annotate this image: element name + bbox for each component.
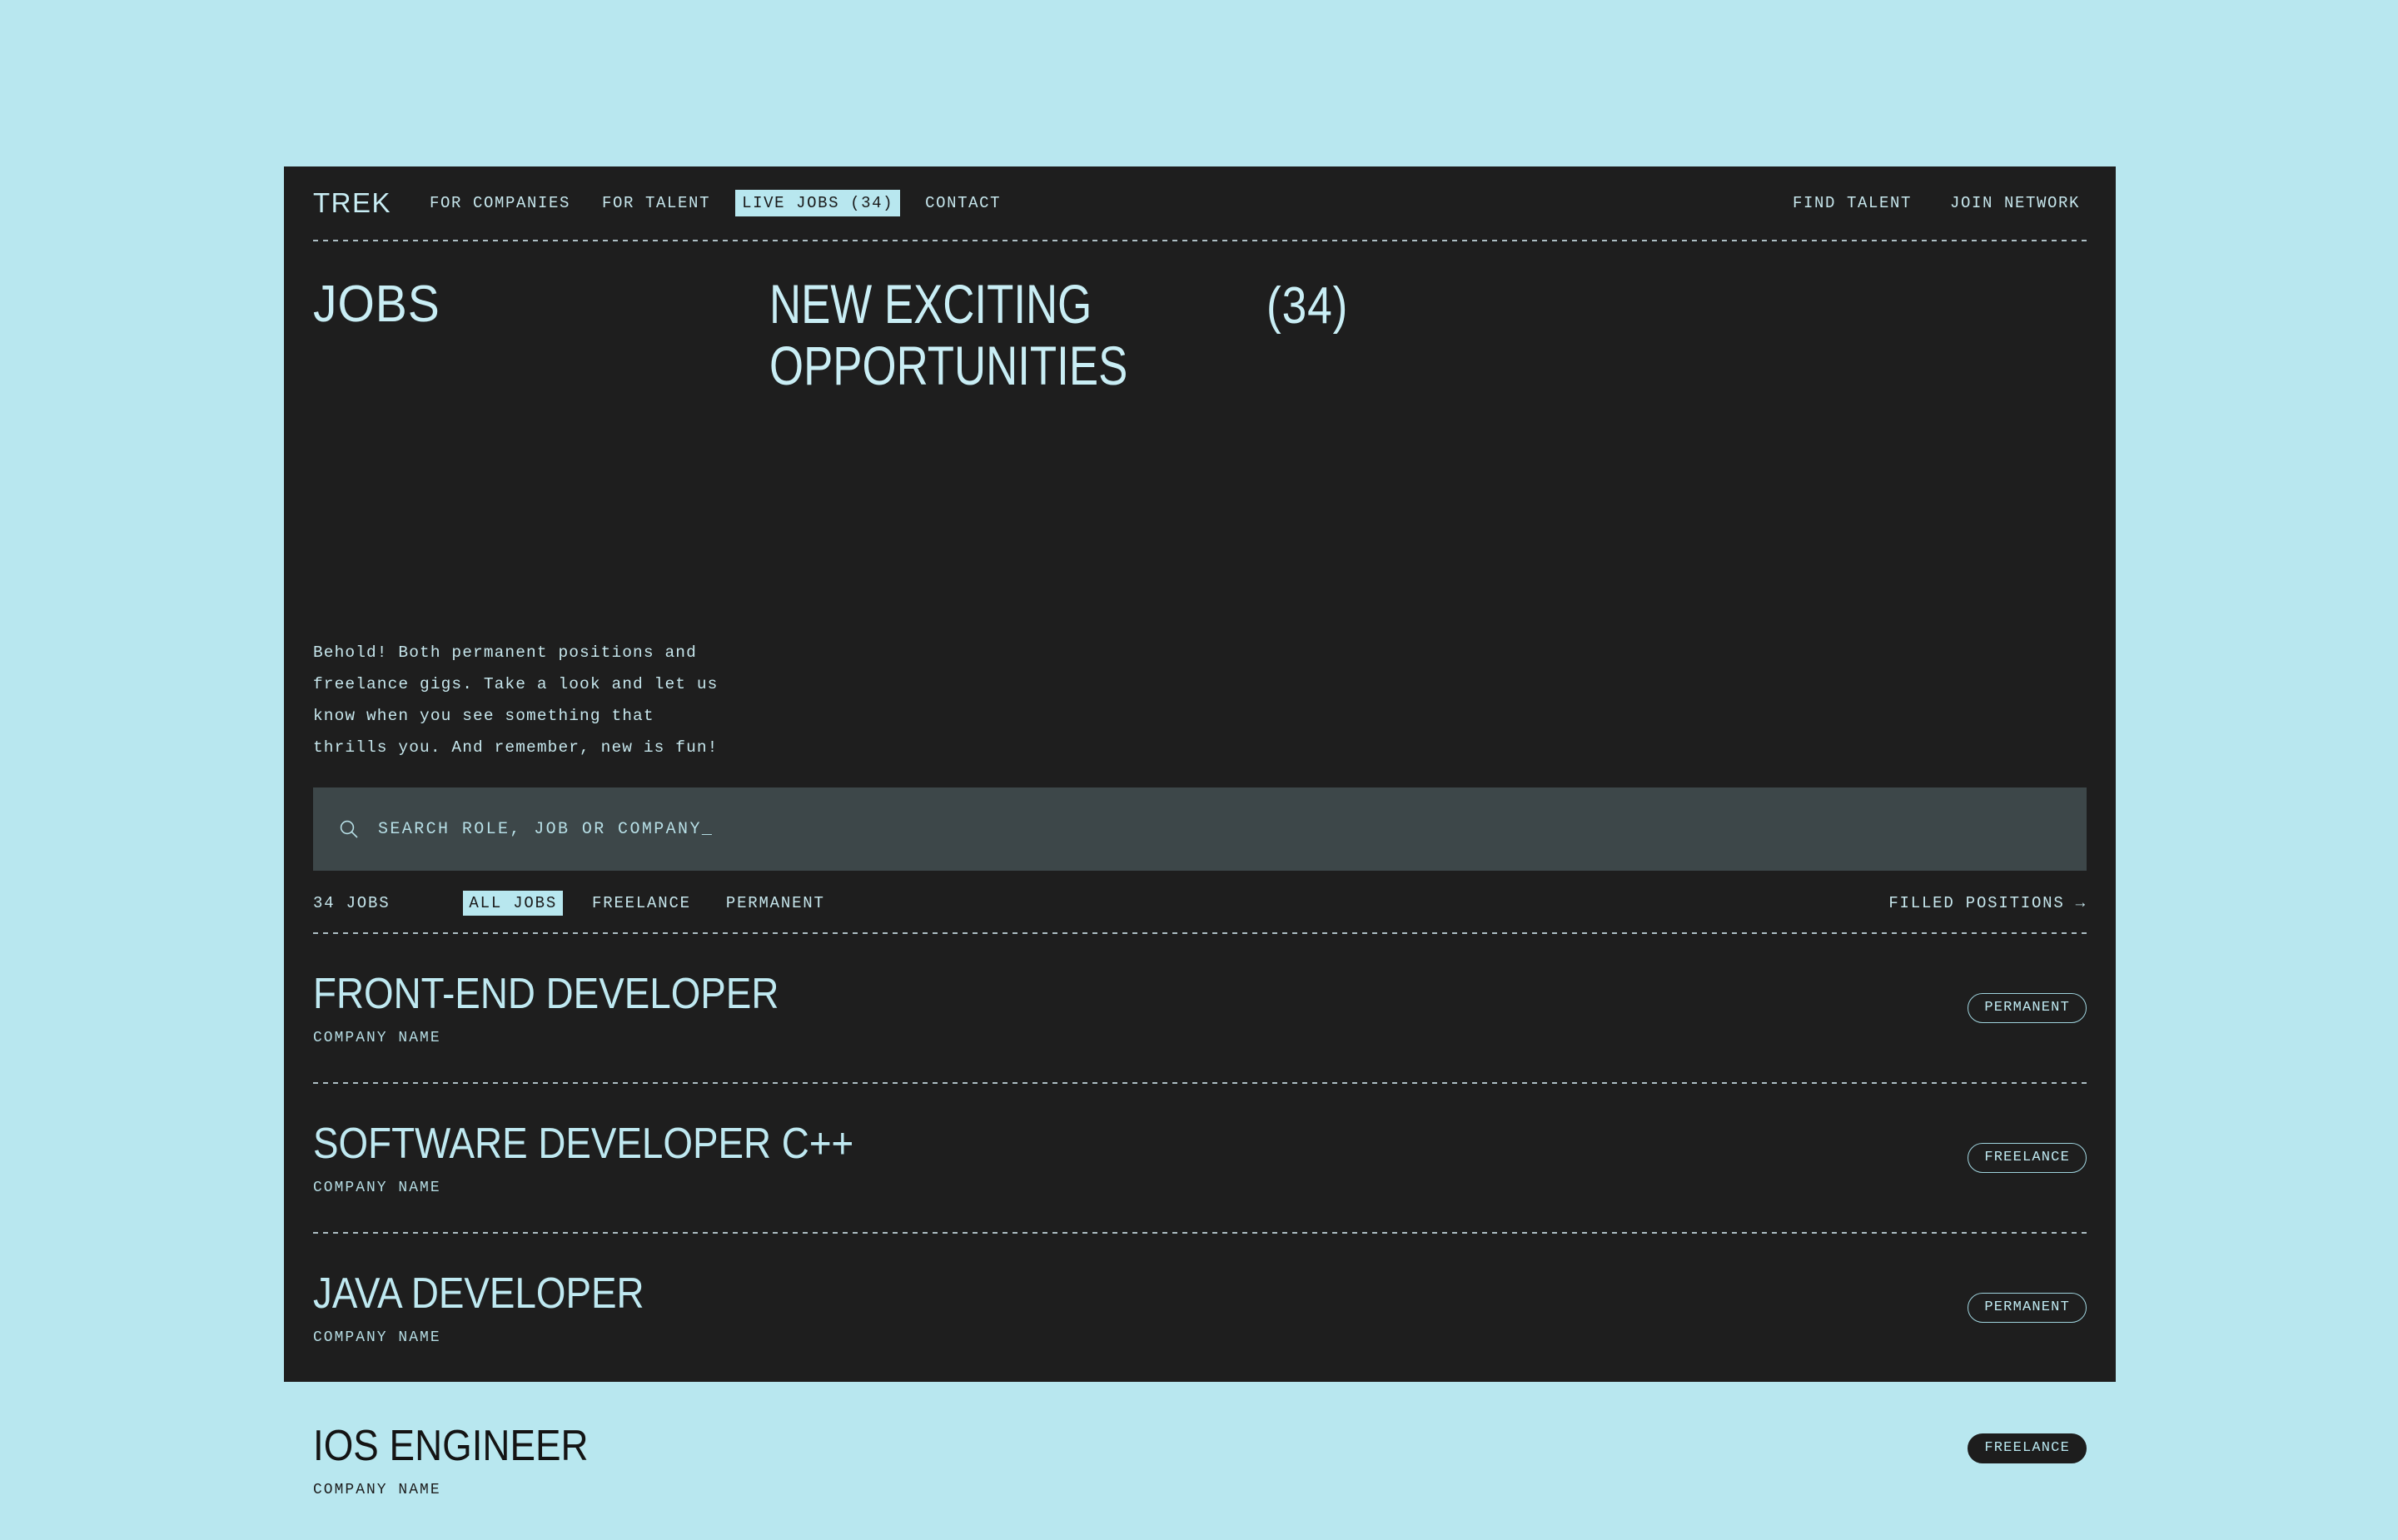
filter-tab-freelance[interactable]: FREELANCE [586, 891, 697, 916]
filter-tab-all-jobs[interactable]: ALL JOBS [463, 891, 564, 916]
nav-item-for-talent[interactable]: FOR TALENT [595, 190, 717, 216]
intro-paragraph: Behold! Both permanent positions and fre… [313, 637, 746, 763]
status-badge: PERMANENT [1968, 1293, 2087, 1323]
brand-logo[interactable]: TREK [313, 187, 391, 219]
job-title: FRONT-END DEVELOPER [313, 970, 779, 1018]
secondary-nav: FIND TALENT JOIN NETWORK [1761, 190, 2087, 216]
site-header: TREK FOR COMPANIES FOR TALENT LIVE JOBS … [284, 166, 2116, 240]
hero-title-line-2: OPPORTUNITIES [769, 335, 1128, 396]
search-icon [340, 820, 358, 838]
job-company: COMPANY NAME [313, 1030, 441, 1046]
job-title: IOS ENGINEER [313, 1422, 589, 1470]
job-company: COMPANY NAME [313, 1180, 441, 1196]
nav-item-for-companies[interactable]: FOR COMPANIES [423, 190, 577, 216]
hero-title-line-1: NEW EXCITING [769, 273, 1092, 335]
page-root: TREK FOR COMPANIES FOR TALENT LIVE JOBS … [0, 0, 2398, 1540]
table-row[interactable]: IOS ENGINEER COMPANY NAME FREELANCE [284, 1382, 2116, 1540]
primary-nav: FOR COMPANIES FOR TALENT LIVE JOBS (34) … [423, 190, 1026, 216]
intro-line-2: freelance gigs. Take a look and let us [313, 675, 719, 693]
status-badge: FREELANCE [1968, 1433, 2087, 1463]
job-list: FRONT-END DEVELOPER COMPANY NAME PERMANE… [284, 932, 2116, 1540]
hero-section: JOBS NEW EXCITING OPPORTUNITIES (34) [284, 241, 2116, 589]
job-info: JAVA DEVELOPER COMPANY NAME [313, 1269, 1968, 1346]
filter-tab-permanent[interactable]: PERMANENT [720, 891, 831, 916]
nav-item-live-jobs[interactable]: LIVE JOBS (34) [735, 190, 901, 216]
job-title: JAVA DEVELOPER [313, 1269, 644, 1318]
filled-positions-link[interactable]: FILLED POSITIONS → [1888, 894, 2087, 912]
job-info: IOS ENGINEER COMPANY NAME [313, 1422, 1968, 1498]
filter-bar: 34 JOBS ALL JOBS FREELANCE PERMANENT FIL… [313, 891, 2087, 916]
job-info: FRONT-END DEVELOPER COMPANY NAME [313, 970, 1968, 1046]
search-placeholder: SEARCH ROLE, JOB OR COMPANY_ [378, 819, 714, 839]
hero-job-count: (34) [1266, 277, 1349, 335]
nav-item-contact[interactable]: CONTACT [918, 190, 1007, 216]
hero-title: NEW EXCITING OPPORTUNITIES [769, 273, 1302, 396]
job-company: COMPANY NAME [313, 1482, 441, 1498]
nav-item-find-talent[interactable]: FIND TALENT [1786, 190, 1918, 216]
job-title: SOFTWARE DEVELOPER C++ [313, 1120, 854, 1168]
intro-line-3: know when you see something that [313, 707, 654, 725]
nav-item-join-network[interactable]: JOIN NETWORK [1943, 190, 2087, 216]
search-input[interactable]: SEARCH ROLE, JOB OR COMPANY_ [313, 787, 2087, 871]
table-row[interactable]: FRONT-END DEVELOPER COMPANY NAME PERMANE… [313, 934, 2087, 1082]
status-badge: PERMANENT [1968, 993, 2087, 1023]
table-row[interactable]: SOFTWARE DEVELOPER C++ COMPANY NAME FREE… [313, 1084, 2087, 1232]
intro-line-1: Behold! Both permanent positions and [313, 643, 697, 662]
job-info: SOFTWARE DEVELOPER C++ COMPANY NAME [313, 1120, 1968, 1196]
job-company: COMPANY NAME [313, 1329, 441, 1346]
intro-line-4: thrills you. And remember, new is fun! [313, 738, 719, 757]
status-badge: FREELANCE [1968, 1143, 2087, 1173]
hero-kicker: JOBS [313, 276, 440, 333]
table-row[interactable]: JAVA DEVELOPER COMPANY NAME PERMANENT [313, 1234, 2087, 1382]
job-count-label: 34 JOBS [313, 894, 391, 912]
